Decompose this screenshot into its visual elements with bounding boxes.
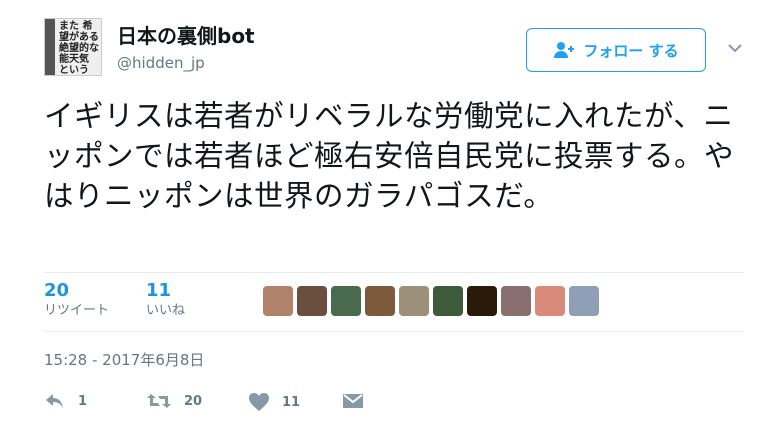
envelope-icon bbox=[343, 394, 363, 408]
liker-avatar[interactable] bbox=[501, 286, 531, 316]
follow-button[interactable]: フォロー する bbox=[526, 28, 706, 72]
retweet-icon bbox=[147, 394, 171, 408]
like-action-count: 11 bbox=[282, 394, 301, 410]
liker-avatar[interactable] bbox=[535, 286, 565, 316]
liker-avatar[interactable] bbox=[569, 286, 599, 316]
like-count: 11 bbox=[146, 280, 172, 301]
add-user-icon bbox=[554, 42, 575, 58]
chevron-down-icon[interactable] bbox=[727, 42, 743, 54]
avatar[interactable]: また 希望がある 絶望的な 能天気 という bbox=[44, 18, 102, 76]
like-label: いいね bbox=[146, 303, 186, 318]
retweet-label: リツイート bbox=[44, 303, 110, 318]
follow-button-label: フォロー する bbox=[583, 41, 679, 60]
reply-button[interactable]: 1 bbox=[44, 392, 87, 410]
divider-top bbox=[44, 272, 744, 273]
avatar-bar bbox=[45, 19, 55, 75]
retweet-stat[interactable]: 20 リツイート bbox=[44, 280, 109, 320]
heart-icon bbox=[249, 393, 269, 411]
dm-button[interactable] bbox=[342, 392, 364, 410]
reply-icon bbox=[46, 394, 63, 408]
liker-avatar[interactable] bbox=[297, 286, 327, 316]
reply-count: 1 bbox=[78, 393, 88, 409]
tweet-timestamp[interactable]: 15:28 - 2017年6月8日 bbox=[44, 349, 204, 370]
avatar-text: また 希望がある 絶望的な 能天気 という bbox=[59, 21, 99, 76]
liker-avatar[interactable] bbox=[263, 286, 293, 316]
liker-avatar[interactable] bbox=[399, 286, 429, 316]
liker-avatar[interactable] bbox=[467, 286, 497, 316]
liker-avatar[interactable] bbox=[365, 286, 395, 316]
liker-avatar[interactable] bbox=[433, 286, 463, 316]
divider-bottom bbox=[44, 331, 744, 332]
retweet-count: 20 bbox=[44, 280, 70, 301]
like-stat[interactable]: 11 いいね bbox=[146, 280, 185, 320]
liker-avatars bbox=[263, 286, 599, 316]
tweet-text: イギリスは若者がリベラルな労働党に入れたが、ニッポンでは若者ほど極右安倍自民党に… bbox=[44, 99, 735, 213]
account-name[interactable]: 日本の裏側bot bbox=[117, 20, 255, 49]
like-button[interactable]: 11 bbox=[248, 392, 300, 412]
retweet-button[interactable]: 20 bbox=[146, 392, 202, 410]
account-handle[interactable]: @hidden_jp bbox=[117, 54, 205, 72]
liker-avatar[interactable] bbox=[331, 286, 361, 316]
retweet-action-count: 20 bbox=[184, 393, 203, 409]
